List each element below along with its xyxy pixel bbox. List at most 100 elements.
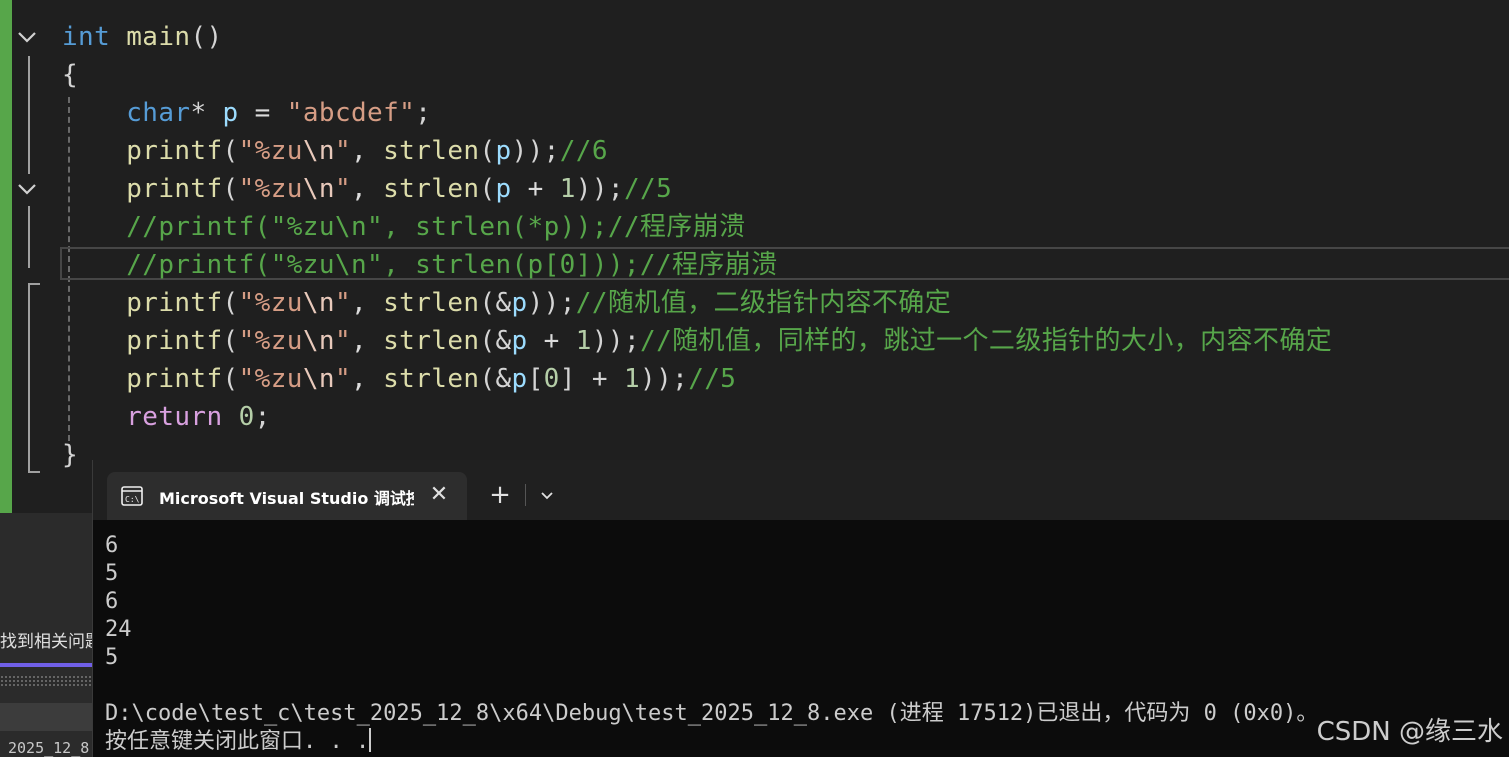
code-token: //printf("%zu\n", strlen(*p));//程序崩溃 xyxy=(126,212,746,242)
code-token: 1 xyxy=(623,364,641,394)
code-token: ( xyxy=(222,136,239,166)
code-token: char xyxy=(126,98,191,128)
fold-collapse-icon[interactable] xyxy=(16,178,38,200)
close-icon[interactable]: ✕ xyxy=(425,481,453,509)
code-line[interactable]: { xyxy=(62,56,78,94)
outline-bracket-end xyxy=(28,471,40,473)
divider xyxy=(525,484,526,506)
outline-bracket xyxy=(28,206,30,268)
code-token: ; xyxy=(415,98,432,128)
code-line[interactable]: printf("%zu\n", strlen(p));//6 xyxy=(62,132,608,170)
code-token: ( xyxy=(222,326,239,356)
tab-debug-console[interactable]: C:\ Microsoft Visual Studio 调试控 ✕ xyxy=(107,472,467,520)
code-token: 1 xyxy=(559,174,576,204)
code-token: " xyxy=(334,326,351,356)
code-token: , xyxy=(351,288,384,318)
issues-label[interactable]: 找到相关问题 xyxy=(0,627,102,652)
code-line[interactable]: char* p = "abcdef"; xyxy=(62,94,431,132)
code-token: ; xyxy=(254,402,271,432)
code-token: { xyxy=(62,60,79,90)
code-line[interactable]: printf("%zu\n", strlen(&p[0] + 1));//5 xyxy=(62,360,736,398)
console-text: 24 xyxy=(105,617,132,642)
code-token: //5 xyxy=(623,174,673,204)
code-editor[interactable]: int main(){ char* p = "abcdef"; printf("… xyxy=(0,0,1509,513)
code-line[interactable]: printf("%zu\n", strlen(&p + 1));//随机值，同样… xyxy=(62,322,1332,360)
code-token: ] + xyxy=(559,364,624,394)
code-token: p xyxy=(511,288,528,318)
new-tab-button[interactable]: + xyxy=(485,480,515,510)
code-token: //随机值，二级指针内容不确定 xyxy=(575,288,952,318)
code-token: //6 xyxy=(559,136,608,166)
console-line: 5 xyxy=(105,644,1500,672)
code-token: (& xyxy=(479,364,512,394)
code-token: \n xyxy=(302,288,335,318)
code-token: )); xyxy=(640,364,689,394)
fold-collapse-icon[interactable] xyxy=(16,26,38,48)
tab-title: Microsoft Visual Studio 调试控 xyxy=(159,489,414,508)
console-text: 6 xyxy=(105,533,119,558)
code-token: printf xyxy=(126,364,223,394)
side-panel: 找到相关问题 2025_12_8 xyxy=(0,513,102,757)
change-tracking-bar xyxy=(0,0,12,513)
code-token: = xyxy=(238,98,287,128)
tab-strip: C:\ Microsoft Visual Studio 调试控 ✕ + xyxy=(93,460,1509,520)
code-token: \n xyxy=(302,174,335,204)
code-line[interactable]: //printf("%zu\n", strlen(p[0]));//程序崩溃 xyxy=(62,246,778,284)
code-line[interactable]: //printf("%zu\n", strlen(*p));//程序崩溃 xyxy=(62,208,746,246)
code-token: strlen xyxy=(383,136,480,166)
chevron-down-icon[interactable] xyxy=(533,482,561,510)
code-line[interactable]: } xyxy=(62,436,78,474)
code-line[interactable]: int main() xyxy=(62,18,223,56)
code-token: int xyxy=(62,22,111,52)
code-token: , xyxy=(351,174,384,204)
console-text: 5 xyxy=(105,645,119,670)
console-line: D:\code\test_c\test_2025_12_8\x64\Debug\… xyxy=(105,700,1500,728)
project-label: 2025_12_8 xyxy=(8,739,90,757)
code-token: return xyxy=(126,402,223,432)
code-token: \n xyxy=(302,136,335,166)
code-token: strlen xyxy=(383,288,480,318)
code-token: "abcdef" xyxy=(286,98,416,128)
code-token: printf xyxy=(126,326,223,356)
console-output[interactable]: 6 5 6 24 5 D:\code\test_c\test_2025_12_8\x64\… xyxy=(105,532,1500,756)
code-token: ( xyxy=(222,364,239,394)
watermark: CSDN @缘三水 xyxy=(1316,717,1503,747)
code-token: p xyxy=(495,136,512,166)
code-line[interactable]: printf("%zu\n", strlen(&p));//随机值，二级指针内容… xyxy=(62,284,951,322)
code-token: (& xyxy=(479,326,512,356)
code-token: \n xyxy=(302,326,335,356)
code-token: )); xyxy=(527,288,576,318)
outline-bracket xyxy=(28,56,30,174)
console-line: 6 xyxy=(105,532,1500,560)
code-line[interactable]: return 0; xyxy=(62,398,271,436)
code-token: strlen xyxy=(383,326,480,356)
console-text: 按任意键关闭此窗口. . . xyxy=(105,729,370,754)
code-token: ( xyxy=(222,288,239,318)
code-token: \n xyxy=(302,364,335,394)
outline-bracket xyxy=(28,283,30,473)
code-token: " xyxy=(334,288,351,318)
code-token: , xyxy=(351,326,384,356)
code-token: )); xyxy=(591,326,641,356)
code-token: )); xyxy=(575,174,624,204)
code-token: + xyxy=(527,326,576,356)
console-line: 6 xyxy=(105,588,1500,616)
code-line[interactable]: printf("%zu\n", strlen(p + 1));//5 xyxy=(62,170,672,208)
console-text: D:\code\test_c\test_2025_12_8\x64\Debug\… xyxy=(105,701,1319,726)
code-token: //随机值，同样的，跳过一个二级指针的大小，内容不确定 xyxy=(640,326,1333,356)
code-token: } xyxy=(62,440,79,470)
code-token: () xyxy=(190,22,223,52)
console-line: 按任意键关闭此窗口. . . xyxy=(105,728,1500,756)
code-token: (& xyxy=(479,288,512,318)
debug-console-window[interactable]: C:\ Microsoft Visual Studio 调试控 ✕ + 6 5 6 2… xyxy=(92,460,1509,757)
splitter-grip[interactable] xyxy=(0,675,92,687)
text-cursor xyxy=(369,728,372,752)
